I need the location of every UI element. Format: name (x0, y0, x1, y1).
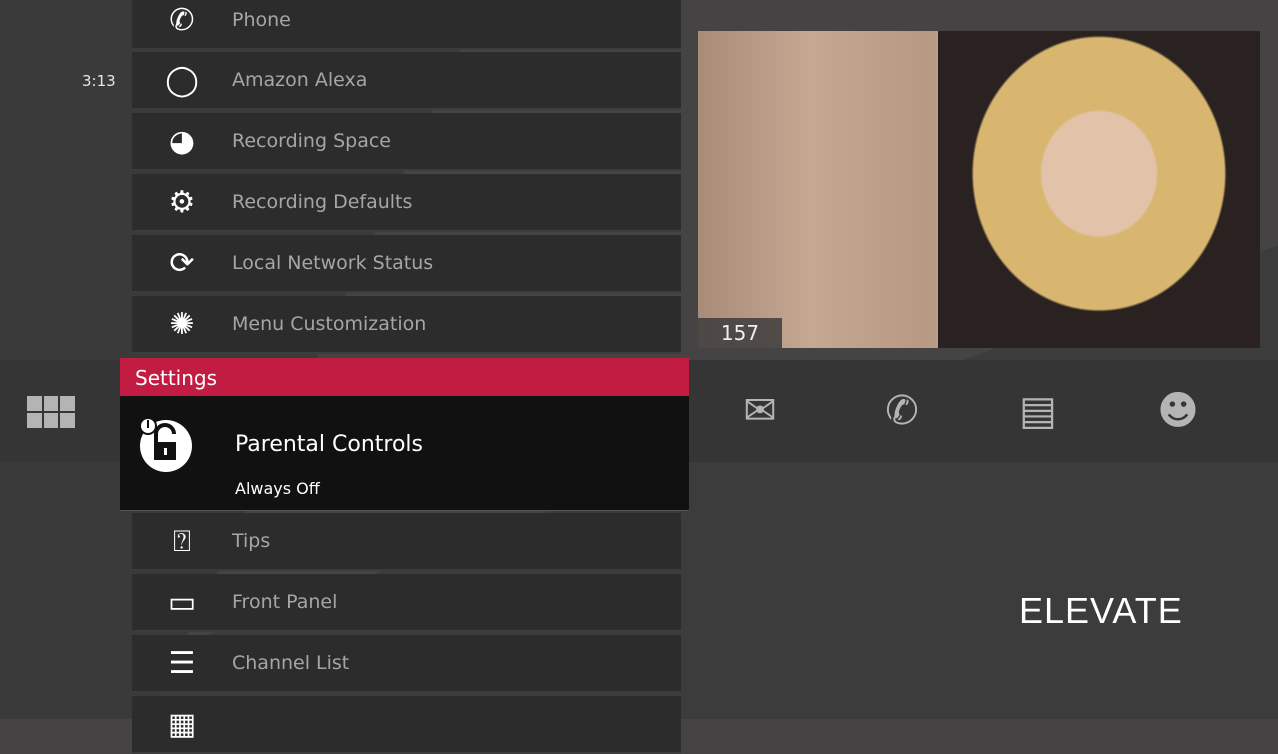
menu-item-amazon-alexa[interactable]: ◯ Amazon Alexa (132, 52, 681, 110)
smiley-icon[interactable]: ☻ (1153, 386, 1203, 436)
menu-item-menu-customization[interactable]: ✺ Menu Customization (132, 296, 681, 354)
elevate-logo: ELEVATE (1019, 590, 1183, 631)
live-tv-preview[interactable]: 157 (698, 31, 1260, 348)
tips-box-icon: ⍰ (173, 523, 191, 559)
menu-item-recording-space[interactable]: ◕ Recording Space (132, 113, 681, 171)
guide-window-icon[interactable]: ▤ (1013, 386, 1063, 436)
selected-item-value: Always Off (235, 479, 320, 498)
video-frame (938, 31, 1260, 348)
menu-item-recording-defaults[interactable]: ⚙ Recording Defaults (132, 174, 681, 232)
selected-item-label: Parental Controls (235, 432, 423, 457)
menu-item-front-panel[interactable]: ▭ Front Panel (132, 574, 681, 632)
refresh-icon: ⟳ (169, 245, 195, 281)
menu-item-guide[interactable]: ▦ (132, 696, 681, 754)
guide-icon: ▦ (167, 706, 197, 742)
mail-icon[interactable]: ✉ (735, 386, 785, 436)
unlocked-padlock-icon (139, 417, 192, 472)
phone-icon: ✆ (169, 2, 195, 38)
clock: 3:13 (82, 72, 116, 90)
channel-number: 157 (698, 318, 782, 348)
menu-item-parental-controls-selected[interactable]: Parental Controls Always Off (120, 396, 689, 511)
menu-item-phone[interactable]: ✆ Phone (132, 0, 681, 50)
front-panel-icon: ▭ (167, 584, 197, 620)
phone-icon[interactable]: ✆ (877, 386, 927, 436)
recording-space-icon: ◕ (168, 123, 196, 159)
apps-grid-icon[interactable] (27, 396, 75, 428)
menu-customization-icon: ✺ (169, 306, 195, 342)
gear-icon: ⚙ (168, 184, 196, 220)
menu-item-local-network-status[interactable]: ⟳ Local Network Status (132, 235, 681, 293)
alexa-icon: ◯ (165, 62, 199, 98)
menu-item-channel-list[interactable]: ☰ Channel List (132, 635, 681, 693)
section-title: Settings (120, 358, 689, 396)
menu-item-tips[interactable]: ⍰ Tips (132, 513, 681, 571)
channel-list-icon: ☰ (168, 645, 196, 681)
